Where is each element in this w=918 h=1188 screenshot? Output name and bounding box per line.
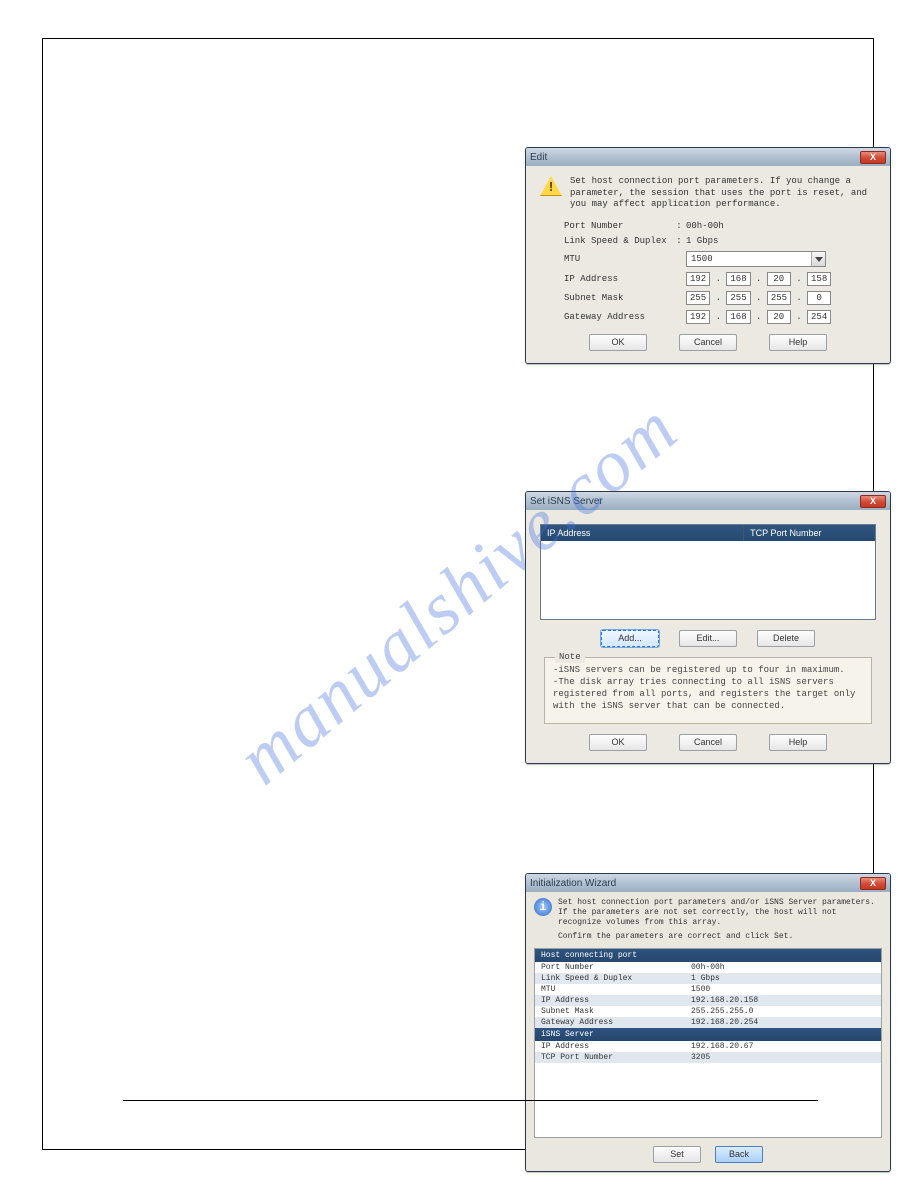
edit-dialog-titlebar[interactable]: Edit X [526,148,890,166]
wizard-msg: Set host connection port parameters and/… [558,898,882,908]
wizard-msg: If the parameters are not set correctly,… [558,908,882,928]
link-speed-label: Link Speed & Duplex [564,236,672,246]
mtu-combobox[interactable]: 1500 [686,251,826,267]
port-number-value: 00h-00h [686,221,724,231]
row-key: IP Address [541,1042,691,1051]
column-ip: IP Address [541,525,744,541]
row-value: 255.255.255.0 [691,1007,875,1016]
chevron-down-icon[interactable] [811,252,825,266]
mtu-value: 1500 [687,253,811,265]
ip-octet[interactable]: 192 [686,272,710,286]
ip-octet[interactable]: 192 [686,310,710,324]
help-button[interactable]: Help [769,734,827,751]
row-value: 1500 [691,985,875,994]
set-button[interactable]: Set [653,1146,701,1163]
close-icon[interactable]: X [860,151,886,164]
table-row: IP Address192.168.20.158 [535,995,881,1006]
ip-octet[interactable]: 255 [726,291,750,305]
row-key: Subnet Mask [541,1007,691,1016]
colon: : [672,236,686,246]
warning-icon [540,176,562,196]
table-row: MTU1500 [535,984,881,995]
isns-dialog: Set iSNS Server X IP Address TCP Port Nu… [525,491,891,764]
ip-octet[interactable]: 20 [767,310,791,324]
subnet-mask-label: Subnet Mask [564,293,672,303]
note-legend: Note [555,651,585,663]
row-value: 192.168.20.254 [691,1018,875,1027]
edit-button[interactable]: Edit... [679,630,737,647]
row-value: 1 Gbps [691,974,875,983]
subnet-mask-field[interactable]: 255 . 255 . 255 . 0 [686,291,831,305]
wizard-summary-table: Host connecting port Port Number00h-00hL… [534,948,882,1138]
table-row: TCP Port Number3205 [535,1052,881,1063]
ip-octet[interactable]: 255 [686,291,710,305]
wizard-dialog: Initialization Wizard X i Set host conne… [525,873,891,1172]
ip-octet[interactable]: 255 [767,291,791,305]
ip-octet[interactable]: 20 [767,272,791,286]
wizard-dialog-titlebar[interactable]: Initialization Wizard X [526,874,890,892]
row-value: 192.168.20.158 [691,996,875,1005]
footer-rule [123,1100,818,1101]
row-value: 3205 [691,1053,875,1062]
row-key: IP Address [541,996,691,1005]
table-row: Subnet Mask255.255.255.0 [535,1006,881,1017]
row-value: 00h-00h [691,963,875,972]
ip-octet[interactable]: 168 [726,272,750,286]
isns-server-list[interactable]: IP Address TCP Port Number [540,524,876,620]
wizard-dialog-title: Initialization Wizard [530,878,860,889]
cancel-button[interactable]: Cancel [679,734,737,751]
note-panel: Note -iSNS servers can be registered up … [544,657,872,724]
section-header: iSNS Server [535,1028,881,1041]
row-value: 192.168.20.67 [691,1042,875,1051]
warning-text: Set host connection port parameters. If … [570,176,876,211]
row-key: MTU [541,985,691,994]
table-row: Port Number00h-00h [535,962,881,973]
note-line: -iSNS servers can be registered up to fo… [553,664,863,676]
isns-dialog-titlebar[interactable]: Set iSNS Server X [526,492,890,510]
page-frame: manualshive.com Edit X Set host connecti… [42,38,874,1150]
row-key: Link Speed & Duplex [541,974,691,983]
wizard-msg: Confirm the parameters are correct and c… [558,932,882,942]
close-icon[interactable]: X [860,877,886,890]
isns-dialog-title: Set iSNS Server [530,496,860,507]
close-icon[interactable]: X [860,495,886,508]
table-row: Gateway Address192.168.20.254 [535,1017,881,1028]
edit-dialog-title: Edit [530,152,860,163]
ip-octet[interactable]: 158 [807,272,831,286]
edit-dialog: Edit X Set host connection port paramete… [525,147,891,364]
help-button[interactable]: Help [769,334,827,351]
ip-address-field[interactable]: 192 . 168 . 20 . 158 [686,272,831,286]
gateway-field[interactable]: 192 . 168 . 20 . 254 [686,310,831,324]
ip-address-label: IP Address [564,274,672,284]
gateway-label: Gateway Address [564,312,672,322]
column-port: TCP Port Number [744,525,875,541]
row-key: Gateway Address [541,1018,691,1027]
back-button[interactable]: Back [715,1146,763,1163]
colon: : [672,221,686,231]
ok-button[interactable]: OK [589,334,647,351]
add-button[interactable]: Add... [601,630,659,647]
port-number-label: Port Number [564,221,672,231]
info-icon: i [534,898,552,916]
table-row: Link Speed & Duplex1 Gbps [535,973,881,984]
section-header: Host connecting port [535,949,881,962]
row-key: Port Number [541,963,691,972]
delete-button[interactable]: Delete [757,630,815,647]
cancel-button[interactable]: Cancel [679,334,737,351]
note-line: -The disk array tries connecting to all … [553,676,863,712]
row-key: TCP Port Number [541,1053,691,1062]
ip-octet[interactable]: 254 [807,310,831,324]
ip-octet[interactable]: 168 [726,310,750,324]
link-speed-value: 1 Gbps [686,236,718,246]
list-header: IP Address TCP Port Number [541,525,875,541]
table-row: IP Address192.168.20.67 [535,1041,881,1052]
ok-button[interactable]: OK [589,734,647,751]
ip-octet[interactable]: 0 [807,291,831,305]
mtu-label: MTU [564,254,672,264]
